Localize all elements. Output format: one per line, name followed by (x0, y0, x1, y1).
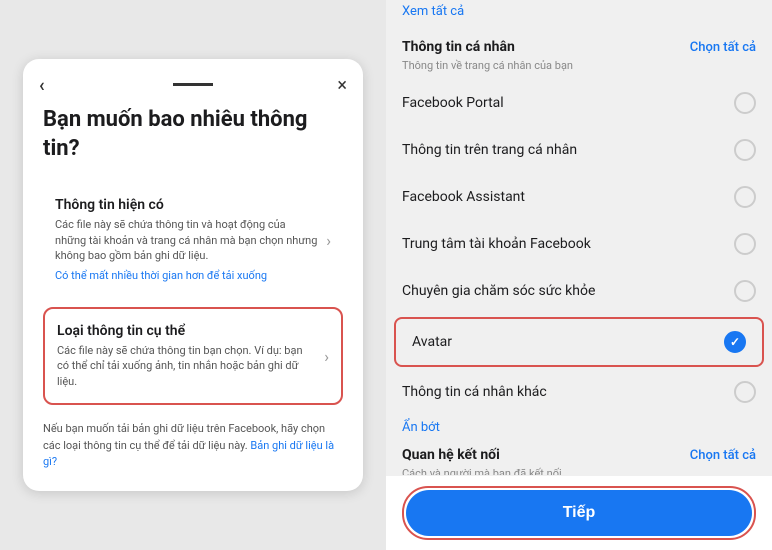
list-item[interactable]: Trung tâm tài khoản Facebook (386, 221, 772, 268)
collapse-button[interactable]: Ẩn bớt (386, 412, 456, 443)
left-panel: ‹ × Bạn muốn bao nhiêu thông tin? Thông … (0, 0, 386, 550)
option2-desc: Các file này sẽ chứa thông tin bạn chọn.… (57, 343, 316, 389)
personal-info-section-header: Thông tin cá nhân Chọn tất cả (386, 27, 772, 59)
radio-portal[interactable] (734, 92, 756, 114)
section1-subtitle: Thông tin về trang cá nhân của bạn (386, 59, 772, 80)
close-button[interactable]: × (337, 75, 347, 96)
next-btn-wrapper: Tiếp (402, 486, 756, 540)
option2-title: Loại thông tin cụ thể (57, 323, 316, 339)
option1-note: Có thể mất nhiều thời gian hơn để tải xu… (55, 268, 318, 283)
option-specific-info[interactable]: Loại thông tin cụ thể Các file này sẽ ch… (43, 307, 343, 405)
left-card: ‹ × Bạn muốn bao nhiêu thông tin? Thông … (23, 59, 363, 490)
chevron-right-icon: › (326, 231, 331, 250)
radio-account-center[interactable] (734, 233, 756, 255)
chevron-right-icon-2: › (324, 347, 329, 366)
section1-title: Thông tin cá nhân (402, 39, 515, 55)
list-item[interactable]: Thông tin cá nhân khác (386, 369, 772, 416)
option1-title: Thông tin hiện có (55, 197, 318, 213)
back-button[interactable]: ‹ (39, 75, 45, 96)
radio-avatar[interactable] (724, 331, 746, 353)
radio-health[interactable] (734, 280, 756, 302)
list-item[interactable]: Facebook Assistant (386, 174, 772, 221)
select-all-relationships[interactable]: Chọn tất cả (690, 448, 756, 463)
select-all-personal[interactable]: Chọn tất cả (690, 40, 756, 55)
next-button[interactable]: Tiếp (406, 490, 752, 536)
bottom-note: Nếu bạn muốn tải bản ghi dữ liệu trên Fa… (43, 421, 343, 471)
option-existing-info[interactable]: Thông tin hiện có Các file này sẽ chứa t… (43, 183, 343, 297)
right-panel: Xem tất cả Thông tin cá nhân Chọn tất cả… (386, 0, 772, 550)
see-all-link[interactable]: Xem tất cả (386, 0, 772, 27)
section2-title: Quan hệ kết nối (402, 447, 500, 463)
bottom-bar: Tiếp (386, 475, 772, 550)
radio-other-personal[interactable] (734, 381, 756, 403)
list-item[interactable]: Chuyên gia chăm sóc sức khỏe (386, 268, 772, 315)
radio-assistant[interactable] (734, 186, 756, 208)
list-item[interactable]: Facebook Portal (386, 80, 772, 127)
top-divider (173, 83, 213, 86)
right-scroll-area[interactable]: Xem tất cả Thông tin cá nhân Chọn tất cả… (386, 0, 772, 550)
list-item[interactable]: Thông tin trên trang cá nhân (386, 127, 772, 174)
option1-desc: Các file này sẽ chứa thông tin và hoạt đ… (55, 217, 318, 263)
list-item-avatar[interactable]: Avatar (394, 317, 764, 367)
page-title: Bạn muốn bao nhiêu thông tin? (43, 106, 343, 163)
radio-profile-info[interactable] (734, 139, 756, 161)
